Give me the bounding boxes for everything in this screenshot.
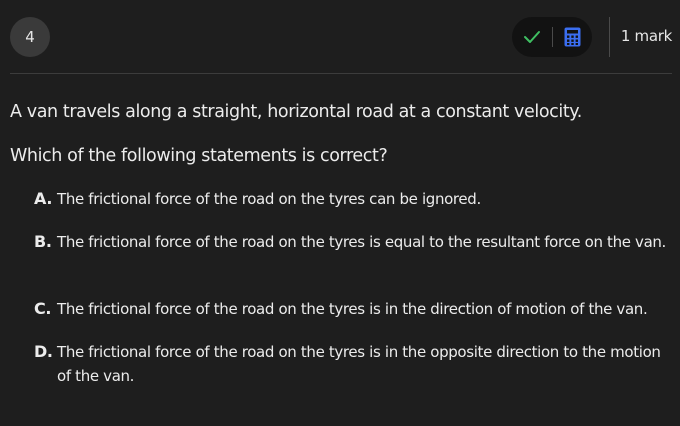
- calculator-icon: [564, 27, 580, 47]
- option-a[interactable]: A. The frictional force of the road on th…: [34, 187, 670, 211]
- answer-tools: [512, 17, 592, 57]
- option-letter: D.: [34, 342, 53, 361]
- option-text: The frictional force of the road on the …: [57, 233, 666, 251]
- option-text: The frictional force of the road on the …: [57, 300, 648, 318]
- header-rule: [10, 73, 672, 74]
- question-number-badge: 4: [10, 17, 50, 57]
- check-icon: [524, 31, 540, 43]
- option-letter: B.: [34, 232, 52, 251]
- calculator-button[interactable]: [552, 17, 592, 57]
- check-answer-button[interactable]: [512, 17, 552, 57]
- question-prompt: Which of the following statements is cor…: [10, 146, 388, 166]
- option-text: The frictional force of the road on the …: [57, 190, 481, 208]
- option-text: The frictional force of the road on the …: [57, 343, 661, 385]
- option-b[interactable]: B. The frictional force of the road on th…: [34, 230, 670, 254]
- marks-label: 1 mark: [620, 27, 672, 45]
- header-divider: [609, 17, 610, 57]
- option-c[interactable]: C. The frictional force of the road on th…: [34, 297, 670, 321]
- tool-divider: [552, 27, 553, 47]
- option-d[interactable]: D. The frictional force of the road on th…: [34, 340, 670, 388]
- question-stem: A van travels along a straight, horizont…: [10, 102, 582, 122]
- option-letter: C.: [34, 299, 52, 318]
- option-letter: A.: [34, 189, 53, 208]
